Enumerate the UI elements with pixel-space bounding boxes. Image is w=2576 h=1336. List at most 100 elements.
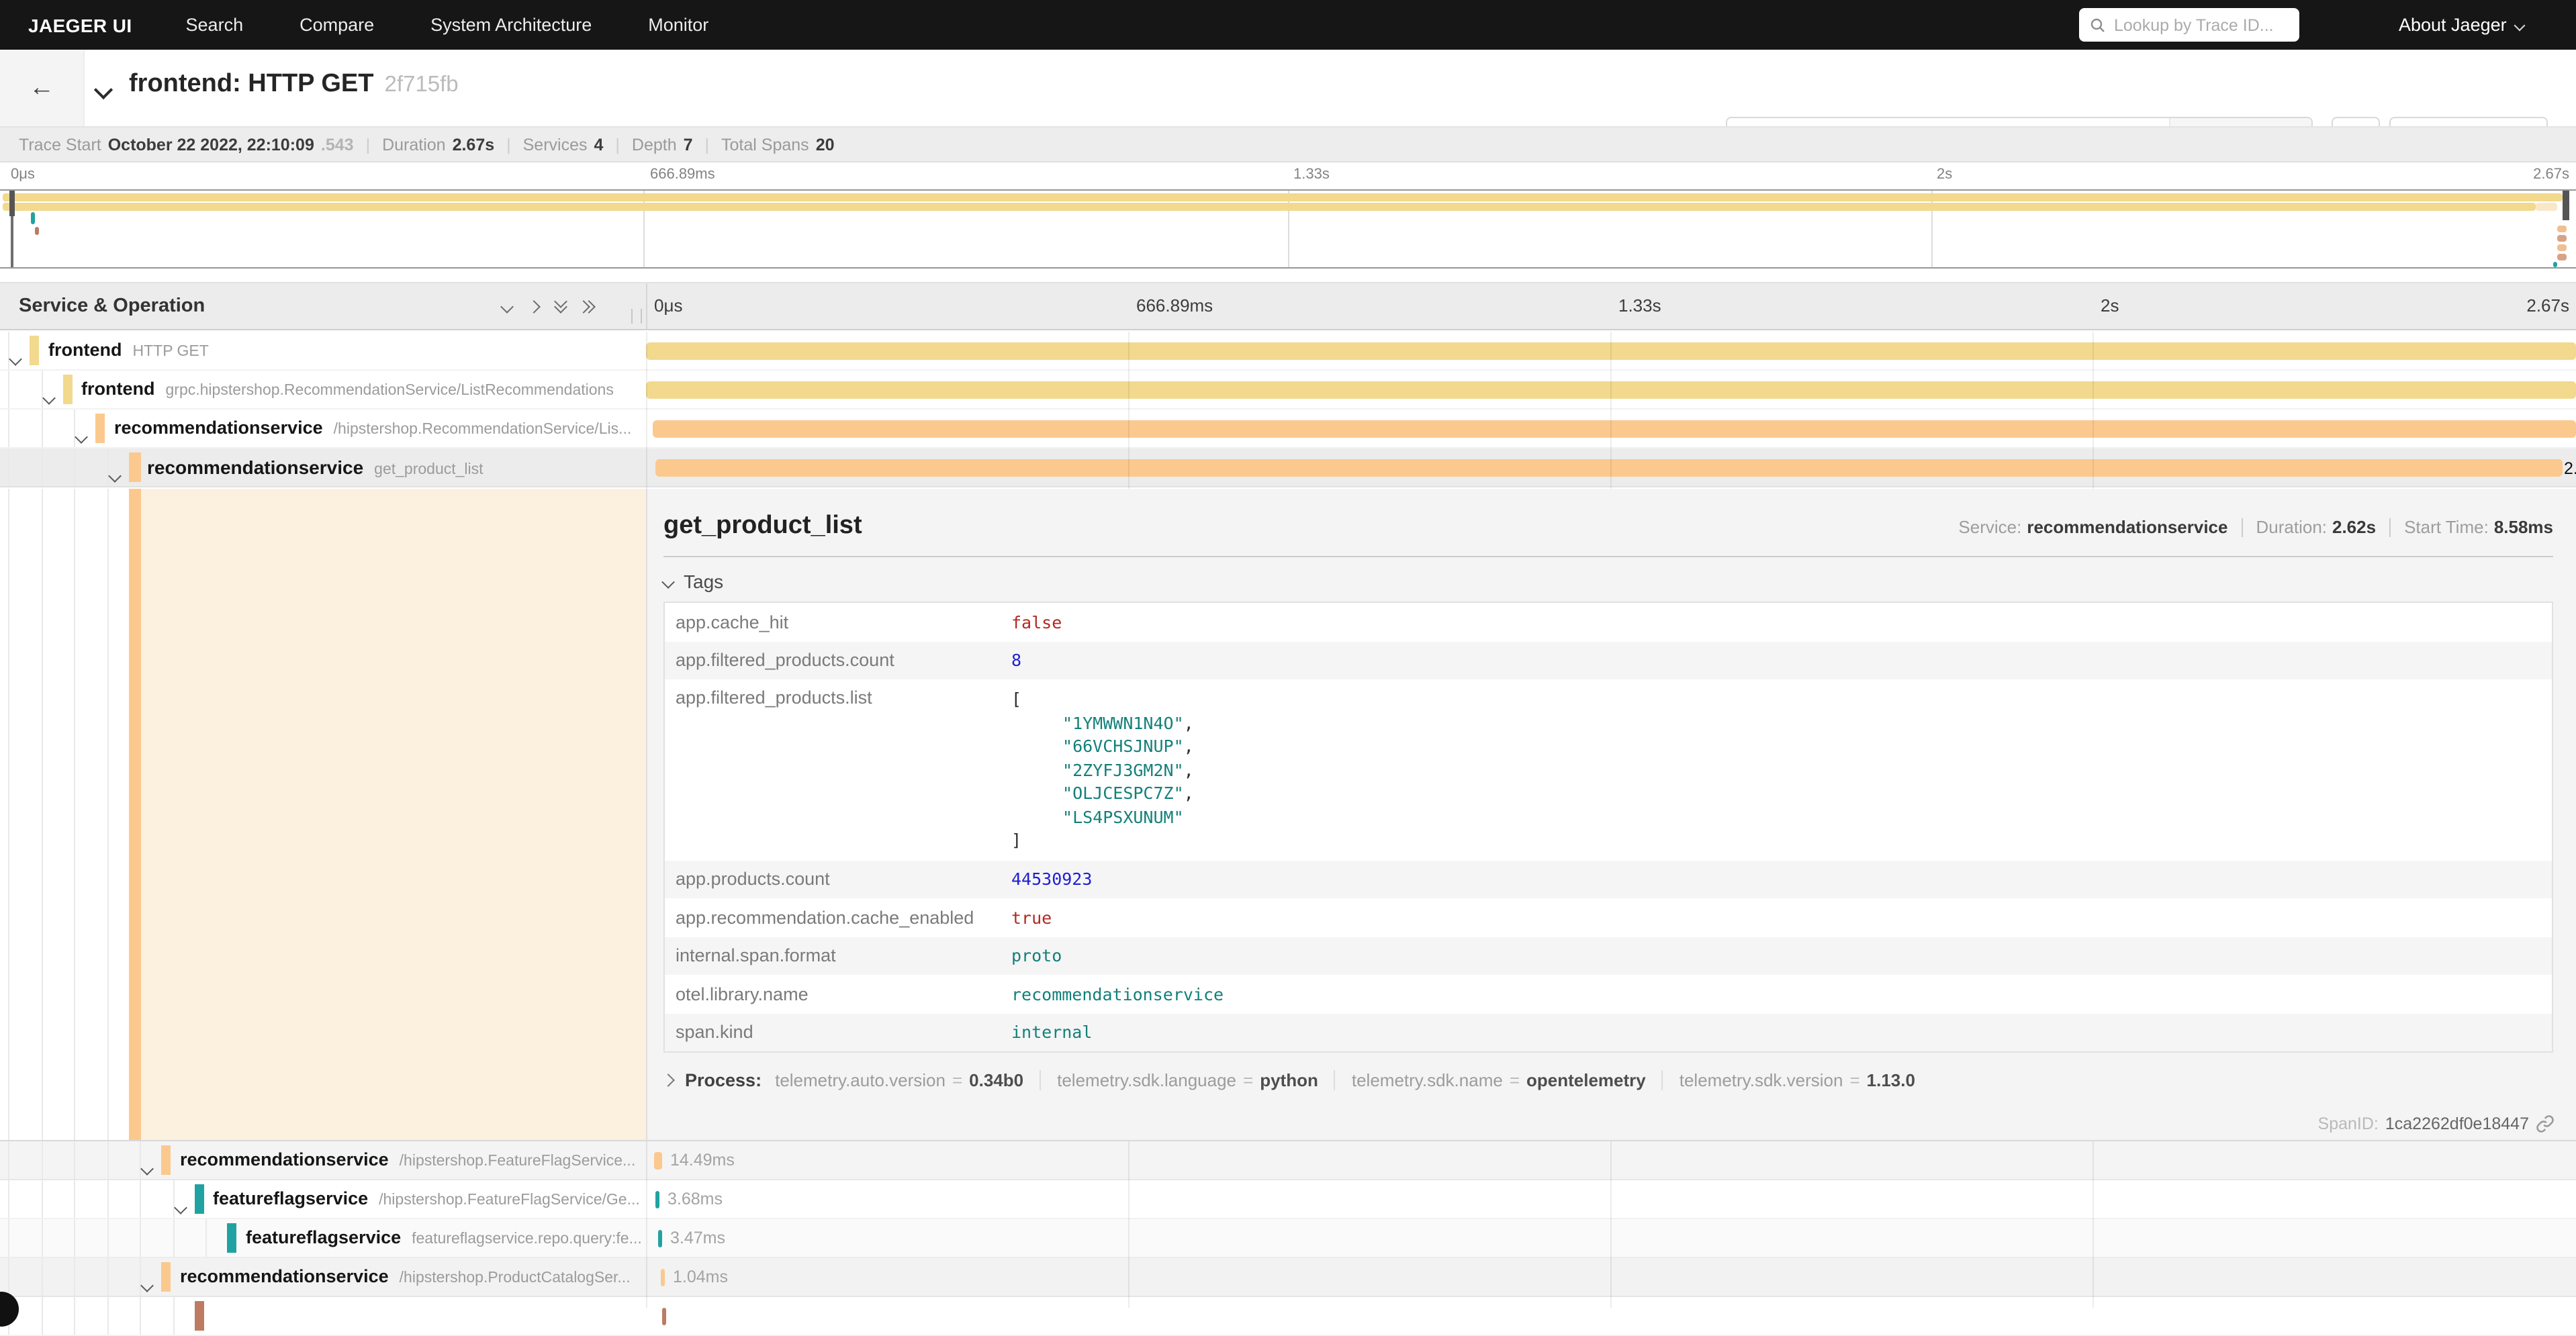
tree-controls [502,283,594,329]
span-service-name: recommendationservice [180,1149,389,1170]
nav-item-search[interactable]: Search [186,15,244,35]
span-collapse-toggle[interactable] [77,424,86,448]
tags-section-toggle[interactable]: Tags [663,571,2553,592]
nav-item-monitor[interactable]: Monitor [648,15,708,35]
span-duration-bar[interactable] [655,459,2563,477]
span-operation-name: get_product_list [374,462,483,478]
link-icon[interactable] [2536,1114,2555,1133]
tag-value-list: [ 1YMWWN1N4O, 66VCHSJNUP, 2ZYFJ3GM2N, OL… [1011,687,1194,852]
collapse-one-icon[interactable] [500,299,514,313]
span-collapse-toggle[interactable] [142,1156,152,1180]
tag-value: recommendationservice [1011,984,1224,1004]
tick-label: 666.89ms [650,166,715,183]
minimap-span-bar [2557,254,2567,260]
tag-row[interactable]: app.filtered_products.count 8 [665,641,2552,679]
brand-jaeger-ui[interactable]: JAEGER UI [28,14,132,36]
span-duration-label: 2.62s [2564,459,2576,478]
column-resizer[interactable] [631,309,642,324]
span-id-value: 1ca2262df0e18447 [2385,1114,2529,1133]
service-color-stripe [128,489,140,1140]
tick-label: 0μs [654,295,682,316]
service-value: recommendationservice [2027,517,2227,537]
service-color-stripe [128,452,140,482]
duration-label: Duration [382,135,446,154]
tag-row[interactable]: otel.library.name recommendationservice [665,975,2552,1013]
span-collapse-toggle[interactable] [142,1273,152,1297]
service-color-stripe [62,375,72,404]
start-time-label: Start Time: [2404,517,2489,537]
span-id-row: SpanID: 1ca2262df0e18447 [2318,1114,2555,1133]
span-operation-name: featureflagservice.repo.query:fe... [412,1231,642,1247]
trace-start-label: Trace Start [19,135,101,154]
chevron-down-icon [9,352,22,366]
service-color-stripe [95,414,105,443]
expand-one-icon[interactable] [527,299,541,313]
span-row-recommendationservice-list[interactable]: recommendationservice/hipstershop.Recomm… [0,410,2576,448]
chevron-right-icon [661,1073,675,1087]
span-detail-panel: get_product_list Service:recommendations… [646,489,2576,1141]
span-duration-bar[interactable] [658,1230,662,1247]
process-label: Process: [685,1070,762,1090]
service-color-stripe [161,1145,171,1175]
span-collapse-toggle[interactable] [11,346,20,371]
about-jaeger-menu[interactable]: About Jaeger [2399,0,2524,50]
tag-row[interactable]: span.kind internal [665,1013,2552,1051]
start-time-value: 8.58ms [2494,517,2553,537]
span-service-name: featureflagservice [246,1227,401,1247]
span-duration-bar[interactable] [654,1152,662,1170]
minimap-span-bar [2557,244,2567,251]
span-operation-name: /hipstershop.FeatureFlagService/Ge... [379,1192,640,1208]
span-collapse-toggle[interactable] [109,463,119,487]
trace-collapse-toggle[interactable] [97,79,110,103]
span-rows-top: frontendHTTP GET frontendgrpc.hipstersho… [0,332,2576,489]
tag-row[interactable]: app.cache_hit false [665,603,2552,641]
process-section-toggle[interactable]: Process: telemetry.auto.version=0.34b0 t… [663,1070,2553,1090]
span-duration-bar[interactable] [662,1308,666,1325]
span-row-featureflag-call[interactable]: recommendationservice/hipstershop.Featur… [0,1141,2576,1180]
span-collapse-toggle[interactable] [44,385,53,410]
span-operation-name: HTTP GET [133,344,209,360]
span-row-productcatalog-call[interactable]: recommendationservice/hipstershop.Produc… [0,1258,2576,1297]
span-duration-label: 14.49ms [670,1151,735,1170]
span-collapse-toggle[interactable] [175,1195,185,1219]
jaeger-trace-page: JAEGER UI Search Compare System Architec… [0,0,2576,1308]
span-row-frontend-grpc[interactable]: frontendgrpc.hipstershop.RecommendationS… [0,371,2576,410]
back-button[interactable]: ← [0,50,85,126]
span-row-partial[interactable] [0,1297,2576,1336]
trace-id-lookup-input[interactable]: Lookup by Trace ID... [2079,8,2299,42]
span-row-featureflagservice[interactable]: featureflagservice/hipstershop.FeatureFl… [0,1180,2576,1219]
tag-row[interactable]: app.products.count 44530923 [665,860,2552,898]
nav-item-system-architecture[interactable]: System Architecture [430,15,592,35]
chevron-down-icon [42,391,55,405]
duration-value: 2.67s [453,135,495,154]
tag-row[interactable]: internal.span.format proto [665,937,2552,975]
tag-key: app.recommendation.cache_enabled [665,908,1011,928]
span-duration-bar[interactable] [655,1191,659,1208]
minimap-span-bar [3,203,2536,211]
trace-start-value: October 22 2022, 22:10:09 [108,135,314,154]
expand-all-icon[interactable] [583,301,594,311]
span-detail-region: get_product_list Service:recommendations… [0,489,2576,1141]
tags-section-label: Tags [684,571,723,592]
nav-item-compare[interactable]: Compare [300,15,374,35]
trace-id-lookup-placeholder: Lookup by Trace ID... [2114,15,2274,34]
chevron-down-icon [75,430,88,444]
minimap-right-handle[interactable] [2563,191,2569,220]
span-duration-bar[interactable] [646,342,2576,360]
span-row-get-product-list-selected[interactable]: recommendationserviceget_product_list 2.… [0,448,2576,487]
minimap-left-handle[interactable] [9,191,15,216]
span-duration-bar[interactable] [653,420,2576,438]
chevron-down-icon [2514,19,2526,31]
span-detail-meta: Service:recommendationservice Duration:2… [1958,517,2553,537]
span-row-frontend-http-get[interactable]: frontendHTTP GET [0,332,2576,371]
tag-row[interactable]: app.filtered_products.list [ 1YMWWN1N4O,… [665,679,2552,860]
chevron-down-icon [94,81,113,99]
back-arrow-icon: ← [29,73,54,103]
service-color-stripe [194,1301,203,1331]
span-duration-bar[interactable] [661,1269,665,1286]
trace-minimap[interactable] [0,189,2576,269]
collapse-all-icon[interactable] [556,301,565,312]
tag-row[interactable]: app.recommendation.cache_enabled true [665,898,2552,937]
span-row-featureflag-repo-query[interactable]: featureflagservice featureflagservice.rep… [0,1219,2576,1258]
span-duration-bar[interactable] [646,381,2576,399]
